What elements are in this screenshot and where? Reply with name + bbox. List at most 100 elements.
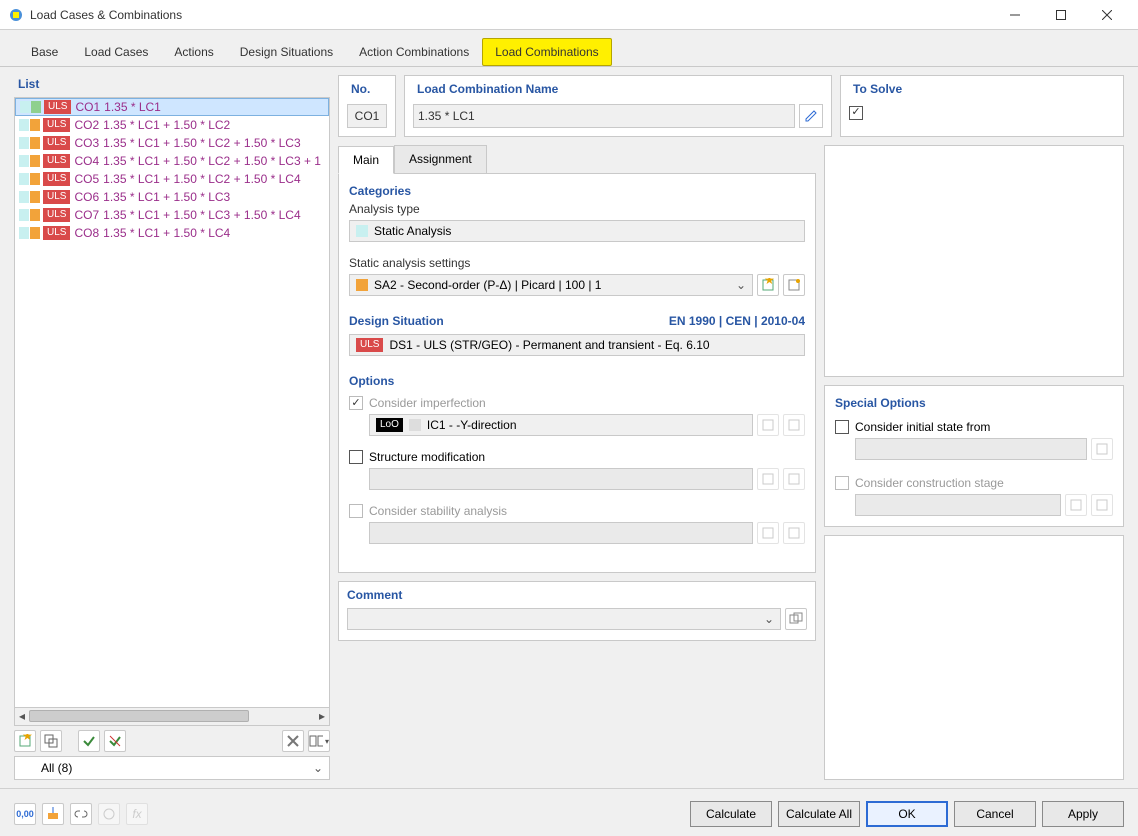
struct-mod-edit-button [783,468,805,490]
sas-swatch [356,279,368,291]
analysis-type-swatch [356,225,368,237]
calculate-all-button[interactable]: Calculate All [778,801,860,827]
tab-actions[interactable]: Actions [161,38,226,66]
ds-head: Design Situation EN 1990 | CEN | 2010-04 [349,314,805,328]
uls-badge: ULS [356,338,383,352]
sas-new-button[interactable]: ★ [757,274,779,296]
initial-state-dropdown [855,438,1087,460]
scroll-thumb[interactable] [29,710,249,722]
ds-value: DS1 - ULS (STR/GEO) - Permanent and tran… [389,338,709,352]
copy-item-button[interactable] [40,730,62,752]
list-item[interactable]: ULSCO81.35 * LC1 + 1.50 * LC4 [15,224,329,242]
imperfection-edit-button [783,414,805,436]
design-situation-section: Design Situation EN 1990 | CEN | 2010-04… [349,314,805,356]
list-item[interactable]: ULSCO41.35 * LC1 + 1.50 * LC2 + 1.50 * L… [15,152,329,170]
side-empty-box [824,535,1124,780]
no-box: No. CO1 [338,75,396,137]
check-all-button[interactable] [78,730,100,752]
construction-stage-checkbox [835,476,849,490]
chevron-down-icon: ⌄ [764,612,774,626]
list-item[interactable]: ULSCO11.35 * LC1 [15,98,329,116]
subtabs: Main Assignment [338,145,816,173]
view-mode-button[interactable]: ▾ [308,730,330,752]
sas-dropdown[interactable]: SA2 - Second-order (P-Δ) | Picard | 100 … [349,274,753,296]
solve-box: To Solve [840,75,1124,137]
maximize-button[interactable] [1038,0,1084,30]
svg-text:★: ★ [22,734,32,743]
list-item[interactable]: ULSCO31.35 * LC1 + 1.50 * LC2 + 1.50 * L… [15,134,329,152]
footer-model-button[interactable] [42,803,64,825]
subtab-main[interactable]: Main [338,146,394,174]
delete-item-button[interactable] [282,730,304,752]
subtab-assignment[interactable]: Assignment [394,145,487,173]
initial-state-edit-button [1091,438,1113,460]
construction-stage-new-button [1065,494,1087,516]
new-item-button[interactable]: ★ [14,730,36,752]
comment-dropdown[interactable]: ⌄ [347,608,781,630]
imperfection-dropdown[interactable]: LoO IC1 - -Y-direction [369,414,753,436]
imperfection-new-button [757,414,779,436]
initial-state-label: Consider initial state from [855,420,990,434]
construction-stage-edit-button [1091,494,1113,516]
main-tabs: Base Load Cases Actions Design Situation… [0,30,1138,67]
initial-state-checkbox[interactable] [835,420,849,434]
sas-label: Static analysis settings [349,256,805,270]
comment-box: Comment ⌄ [338,581,816,641]
cancel-button[interactable]: Cancel [954,801,1036,827]
tab-base[interactable]: Base [18,38,71,66]
footer-link-button[interactable] [70,803,92,825]
tab-load-combinations[interactable]: Load Combinations [482,38,611,66]
comment-head: Comment [347,588,807,602]
header-row: No. CO1 Load Combination Name 1.35 * LC1… [338,75,1124,137]
scroll-left-arrow[interactable]: ◂ [15,708,29,724]
uncheck-all-button[interactable] [104,730,126,752]
ok-button[interactable]: OK [866,801,948,827]
analysis-type-label: Analysis type [349,202,805,216]
content-area: List ULSCO11.35 * LC1ULSCO21.35 * LC1 + … [0,67,1138,788]
window-title: Load Cases & Combinations [30,8,992,22]
footer-fx-button: fx [126,803,148,825]
struct-mod-dropdown [369,468,753,490]
tab-load-cases[interactable]: Load Cases [71,38,161,66]
options-head: Options [349,374,805,388]
imperfection-swatch [409,419,421,431]
name-box: Load Combination Name 1.35 * LC1 [404,75,832,137]
list-item[interactable]: ULSCO71.35 * LC1 + 1.50 * LC3 + 1.50 * L… [15,206,329,224]
chevron-down-icon: ⌄ [313,761,323,775]
list-item[interactable]: ULSCO51.35 * LC1 + 1.50 * LC2 + 1.50 * L… [15,170,329,188]
solve-label: To Solve [849,80,1115,98]
scroll-right-arrow[interactable]: ▸ [315,708,329,724]
combination-name-input[interactable]: 1.35 * LC1 [413,104,795,128]
stability-label: Consider stability analysis [369,504,507,518]
sas-edit-button[interactable] [783,274,805,296]
stability-dropdown [369,522,753,544]
construction-stage-dropdown [855,494,1061,516]
footer-units-button[interactable]: 0,00 [14,803,36,825]
side-preview-box [824,145,1124,377]
ds-value-row: ULS DS1 - ULS (STR/GEO) - Permanent and … [349,334,805,356]
apply-button[interactable]: Apply [1042,801,1124,827]
categories-head: Categories [349,184,805,198]
to-solve-checkbox[interactable] [849,106,863,120]
list-item[interactable]: ULSCO21.35 * LC1 + 1.50 * LC2 [15,116,329,134]
close-button[interactable] [1084,0,1130,30]
minimize-button[interactable] [992,0,1038,30]
stability-checkbox [349,504,363,518]
tab-design-situations[interactable]: Design Situations [227,38,346,66]
name-label: Load Combination Name [413,80,823,98]
list-item[interactable]: ULSCO61.35 * LC1 + 1.50 * LC3 [15,188,329,206]
construction-stage-label: Consider construction stage [855,476,1004,490]
mid-right: Special Options Consider initial state f… [824,145,1124,780]
special-options-box: Special Options Consider initial state f… [824,385,1124,527]
edit-name-button[interactable] [799,104,823,128]
titlebar: Load Cases & Combinations [0,0,1138,30]
tab-action-combinations[interactable]: Action Combinations [346,38,482,66]
comment-library-button[interactable] [785,608,807,630]
calculate-button[interactable]: Calculate [690,801,772,827]
options-section: Options Consider imperfection LoO IC1 - … [349,374,805,544]
list-filter-dropdown[interactable]: All (8) ⌄ [14,756,330,780]
list-h-scrollbar[interactable]: ◂ ▸ [14,708,330,726]
struct-mod-label: Structure modification [369,450,485,464]
struct-mod-checkbox[interactable] [349,450,363,464]
combination-list[interactable]: ULSCO11.35 * LC1ULSCO21.35 * LC1 + 1.50 … [14,97,330,708]
